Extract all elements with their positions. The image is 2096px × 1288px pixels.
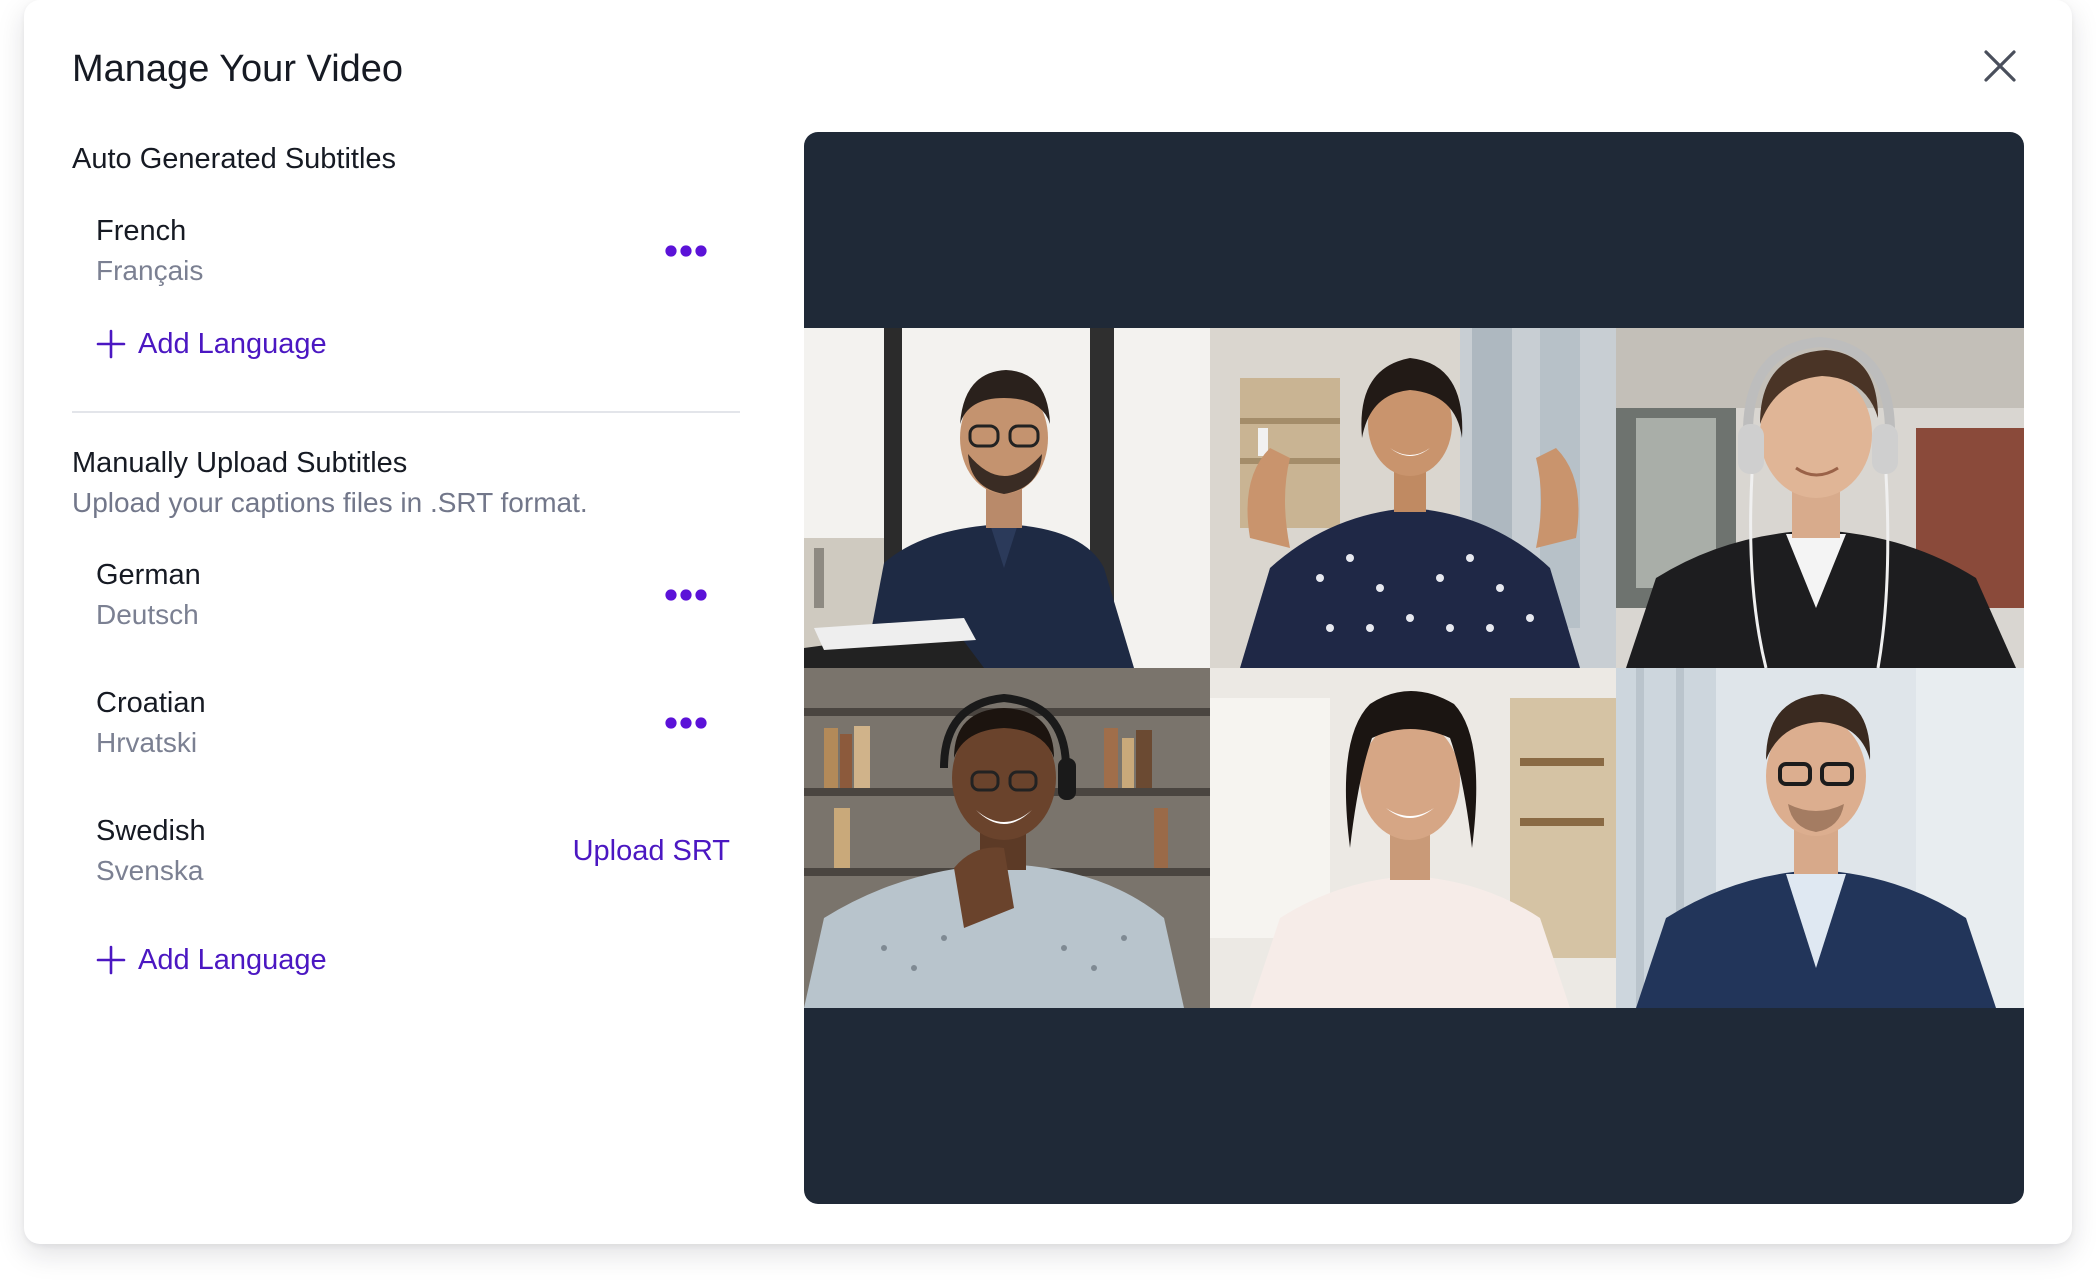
participant-tile — [804, 668, 1210, 1008]
more-horizontal-icon — [665, 717, 707, 729]
participant-photo — [1210, 328, 1616, 668]
language-native-name: Hrvatski — [96, 727, 198, 758]
add-language-label: Add Language — [138, 328, 327, 360]
language-native-name: Français — [96, 255, 204, 286]
more-horizontal-icon — [665, 245, 707, 257]
croatian-more-options-button[interactable] — [662, 704, 710, 742]
manual-subtitles-description: Upload your captions files in .SRT forma… — [72, 487, 588, 518]
participant-photo — [1210, 668, 1616, 1008]
participant-tile — [1616, 328, 2024, 668]
dialog-title: Manage Your Video — [72, 48, 404, 90]
participant-photo — [1616, 328, 2024, 668]
plus-icon — [96, 329, 126, 359]
manage-video-dialog: Manage Your Video Auto Generated Subtitl… — [24, 0, 2072, 1244]
video-preview[interactable] — [804, 132, 2024, 1204]
participant-photo — [804, 668, 1210, 1008]
close-button[interactable] — [1976, 42, 2024, 90]
participant-photo — [804, 328, 1210, 668]
manual-subtitles-heading: Manually Upload Subtitles — [72, 447, 408, 479]
language-name: Croatian — [96, 687, 206, 719]
manual-add-language-button[interactable]: Add Language — [96, 940, 327, 980]
add-language-label: Add Language — [138, 944, 327, 976]
language-row-croatian: Croatian Hrvatski — [96, 684, 746, 764]
auto-add-language-button[interactable]: Add Language — [96, 324, 327, 364]
language-name: Swedish — [96, 815, 206, 847]
french-more-options-button[interactable] — [662, 232, 710, 270]
language-row-swedish: Swedish Svenska Upload SRT — [96, 812, 746, 892]
section-divider — [72, 411, 740, 413]
more-horizontal-icon — [665, 589, 707, 601]
language-native-name: Svenska — [96, 855, 204, 886]
language-name: French — [96, 215, 187, 247]
german-more-options-button[interactable] — [662, 576, 710, 614]
participant-tile — [1616, 668, 2024, 1008]
language-row-french: French Français — [96, 212, 746, 292]
close-icon — [1984, 50, 2016, 82]
plus-icon — [96, 945, 126, 975]
participant-photo — [1616, 668, 2024, 1008]
upload-srt-button[interactable]: Upload SRT — [573, 832, 730, 870]
language-name: German — [96, 559, 201, 591]
auto-subtitles-heading: Auto Generated Subtitles — [72, 143, 397, 175]
video-call-participant-grid — [804, 328, 2024, 1008]
participant-tile — [1210, 668, 1616, 1008]
language-row-german: German Deutsch — [96, 556, 746, 636]
participant-tile — [804, 328, 1210, 668]
participant-tile — [1210, 328, 1616, 668]
language-native-name: Deutsch — [96, 599, 199, 630]
